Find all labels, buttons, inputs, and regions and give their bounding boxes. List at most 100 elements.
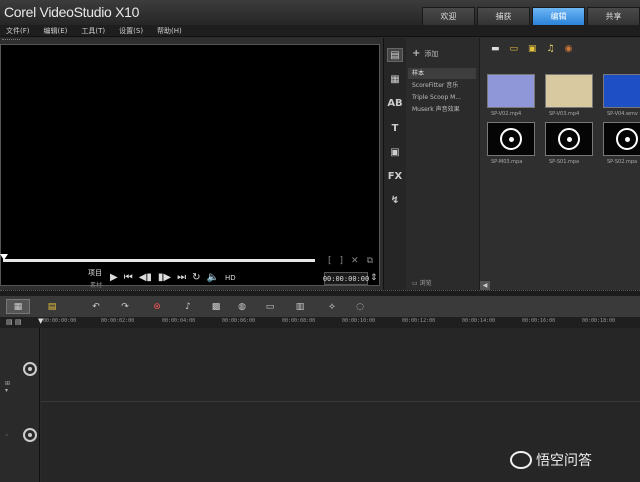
ruler-tick: 00:00:12:00 — [402, 318, 436, 324]
storyboard-view-button[interactable]: ▦ — [6, 299, 30, 314]
media-thumbnail[interactable] — [487, 74, 535, 108]
multi-camera-icon[interactable]: ▥ — [288, 299, 312, 314]
timecode-display[interactable]: 00:00:00:00 — [323, 272, 369, 285]
browse-label: 浏览 — [419, 280, 432, 287]
volume-icon[interactable]: 🔈 — [207, 272, 219, 283]
thumbnail-caption: SP-V02.mp4 — [491, 111, 522, 117]
motion-tracking-icon[interactable]: ◍ — [230, 299, 254, 314]
title-icon[interactable]: T — [387, 121, 403, 135]
home-icon[interactable]: ⏮ — [124, 272, 133, 283]
plus-icon: + — [412, 48, 421, 59]
folder-pane: + 添加 样本 ScoreFitter 音乐 Triple Scoop M... … — [406, 38, 480, 290]
library-category-bar: ▤ ▦ AB T ▣ FX ↯ — [384, 38, 406, 290]
title-bar: Corel VideoStudio X10 欢迎 捕获 编辑 共享 — [0, 0, 640, 25]
watermark-text: 悟空问答 — [536, 453, 592, 469]
filter-icon[interactable]: FX — [387, 169, 403, 183]
overlay-track-icon[interactable] — [23, 428, 37, 442]
media-thumbnail[interactable] — [603, 122, 640, 156]
media-thumbnail[interactable] — [603, 74, 640, 108]
hd-toggle[interactable]: HD — [225, 274, 236, 282]
ruler-tick: 00:00:18:00 — [582, 318, 616, 324]
repeat-icon[interactable]: ↻ — [192, 272, 200, 283]
track-visibility-icon[interactable]: ◦ — [5, 432, 9, 439]
library-panel: ▤ ▦ AB T ▣ FX ↯ + 添加 样本 ScoreFitter 音乐 Tr… — [383, 38, 640, 290]
scroll-left-icon[interactable]: ◀ — [480, 281, 490, 290]
undo-icon[interactable]: ↶ — [84, 299, 108, 314]
thumbnail-caption: SP-M03.mpa — [491, 159, 523, 165]
transition-icon[interactable]: AB — [387, 96, 403, 110]
sort-icon[interactable]: ◉ — [565, 44, 573, 54]
show-audio-icon[interactable]: ♫ — [547, 44, 555, 54]
media-filter-toolbar: ▬ ▭ ▣ ♫ ◉ — [481, 38, 640, 60]
menu-help[interactable]: 帮助(H) — [157, 26, 182, 36]
video-track-icon[interactable] — [23, 362, 37, 376]
track-header-column: ⊞ ▾ ◦ — [0, 328, 40, 482]
mark-in-icon[interactable]: [ — [328, 256, 332, 266]
mark-out-icon[interactable]: ] — [340, 256, 344, 266]
path-icon[interactable]: ↯ — [387, 193, 403, 207]
preview-panel — [0, 38, 383, 290]
tab-capture[interactable]: 捕获 — [477, 7, 530, 25]
ruler-tick: 00:00:16:00 — [522, 318, 556, 324]
browse-icon: ▭ — [412, 280, 420, 287]
add-folder-button[interactable]: + 添加 — [412, 48, 438, 59]
sound-mixer-icon[interactable]: ♪ — [176, 299, 200, 314]
previous-frame-icon[interactable]: ◀▮ — [139, 272, 152, 283]
wukong-logo-icon — [510, 451, 532, 469]
menu-settings[interactable]: 设置(S) — [119, 26, 143, 36]
folder-item[interactable]: ScoreFitter 音乐 — [408, 80, 476, 91]
music-disc-icon — [558, 128, 580, 150]
auto-music-icon[interactable]: ▩ — [204, 299, 228, 314]
folder-item[interactable]: Muserk 声音效果 — [408, 104, 476, 115]
timeline-view-button[interactable]: ▤ — [40, 299, 64, 314]
play-icon[interactable]: ▶ — [110, 272, 118, 283]
track-options-icon[interactable]: ⊞ ▾ — [5, 380, 10, 394]
split-icon[interactable]: ✕ — [351, 256, 359, 266]
panel-grip[interactable] — [2, 39, 20, 42]
clip-mode-label[interactable]: 素材 — [90, 280, 102, 289]
timeline-ruler[interactable]: ▤ ▤ ▼ 00:00:00:00 00:00:02:00 00:00:04:0… — [0, 317, 640, 328]
scrubber-track[interactable] — [3, 259, 315, 262]
instant-project-icon[interactable]: ▦ — [387, 72, 403, 86]
folder-item[interactable]: 样本 — [408, 68, 476, 79]
graphic-icon[interactable]: ▣ — [387, 145, 403, 159]
mask-creator-icon[interactable]: ◌ — [348, 299, 372, 314]
thumbnail-area: ▬ ▭ ▣ ♫ ◉ SP-V02.mp4 SP-V03.mp4 SP-V04.wmv… — [481, 38, 640, 290]
ruler-tick: 00:00:02:00 — [101, 318, 135, 324]
menu-tools[interactable]: 工具(T) — [81, 26, 105, 36]
timeline-toolbar: ▦ ▤ ↶ ↷ ⊛ ♪ ▩ ◍ ▭ ▥ ⟡ ◌ — [0, 296, 640, 317]
media-icon[interactable]: ▤ — [387, 48, 403, 62]
trim-markers: [ ] ✕ ⧉ — [328, 256, 373, 266]
menu-bar: 文件(F) 编辑(E) 工具(T) 设置(S) 帮助(H) — [0, 25, 640, 37]
track-manager-icon[interactable]: ▤ ▤ — [6, 318, 21, 326]
subtitle-editor-icon[interactable]: ▭ — [258, 299, 282, 314]
preview-screen — [0, 44, 380, 286]
music-disc-icon — [500, 128, 522, 150]
tab-welcome[interactable]: 欢迎 — [422, 7, 475, 25]
time-remapping-icon[interactable]: ⟡ — [320, 299, 344, 314]
browse-button[interactable]: ▭ 浏览 — [412, 278, 432, 287]
end-icon[interactable]: ⏭ — [177, 272, 186, 283]
track-separator — [41, 401, 640, 402]
media-thumbnail[interactable] — [545, 122, 593, 156]
folder-item[interactable]: Triple Scoop M... — [408, 92, 476, 103]
watermark: 悟空问答 — [510, 450, 592, 470]
enlarge-icon[interactable]: ⧉ — [367, 256, 373, 266]
menu-file[interactable]: 文件(F) — [6, 26, 30, 36]
import-folder-icon[interactable]: ▬ — [491, 44, 500, 54]
media-thumbnail[interactable] — [545, 74, 593, 108]
tab-share[interactable]: 共享 — [587, 7, 640, 25]
tab-edit[interactable]: 编辑 — [532, 7, 585, 25]
show-video-icon[interactable]: ▭ — [510, 44, 519, 54]
show-photo-icon[interactable]: ▣ — [528, 44, 537, 54]
redo-icon[interactable]: ↷ — [113, 299, 137, 314]
thumbnail-caption: SP-V04.wmv — [607, 111, 638, 117]
media-thumbnail[interactable] — [487, 122, 535, 156]
project-mode-label[interactable]: 项目 — [88, 268, 102, 278]
scrubber-handle[interactable] — [0, 254, 8, 260]
next-frame-icon[interactable]: ▮▶ — [158, 272, 171, 283]
timecode-stepper-icon[interactable]: ⇕ — [370, 273, 378, 283]
record-capture-icon[interactable]: ⊛ — [145, 299, 169, 314]
menu-edit[interactable]: 编辑(E) — [44, 26, 68, 36]
music-disc-icon — [616, 128, 638, 150]
